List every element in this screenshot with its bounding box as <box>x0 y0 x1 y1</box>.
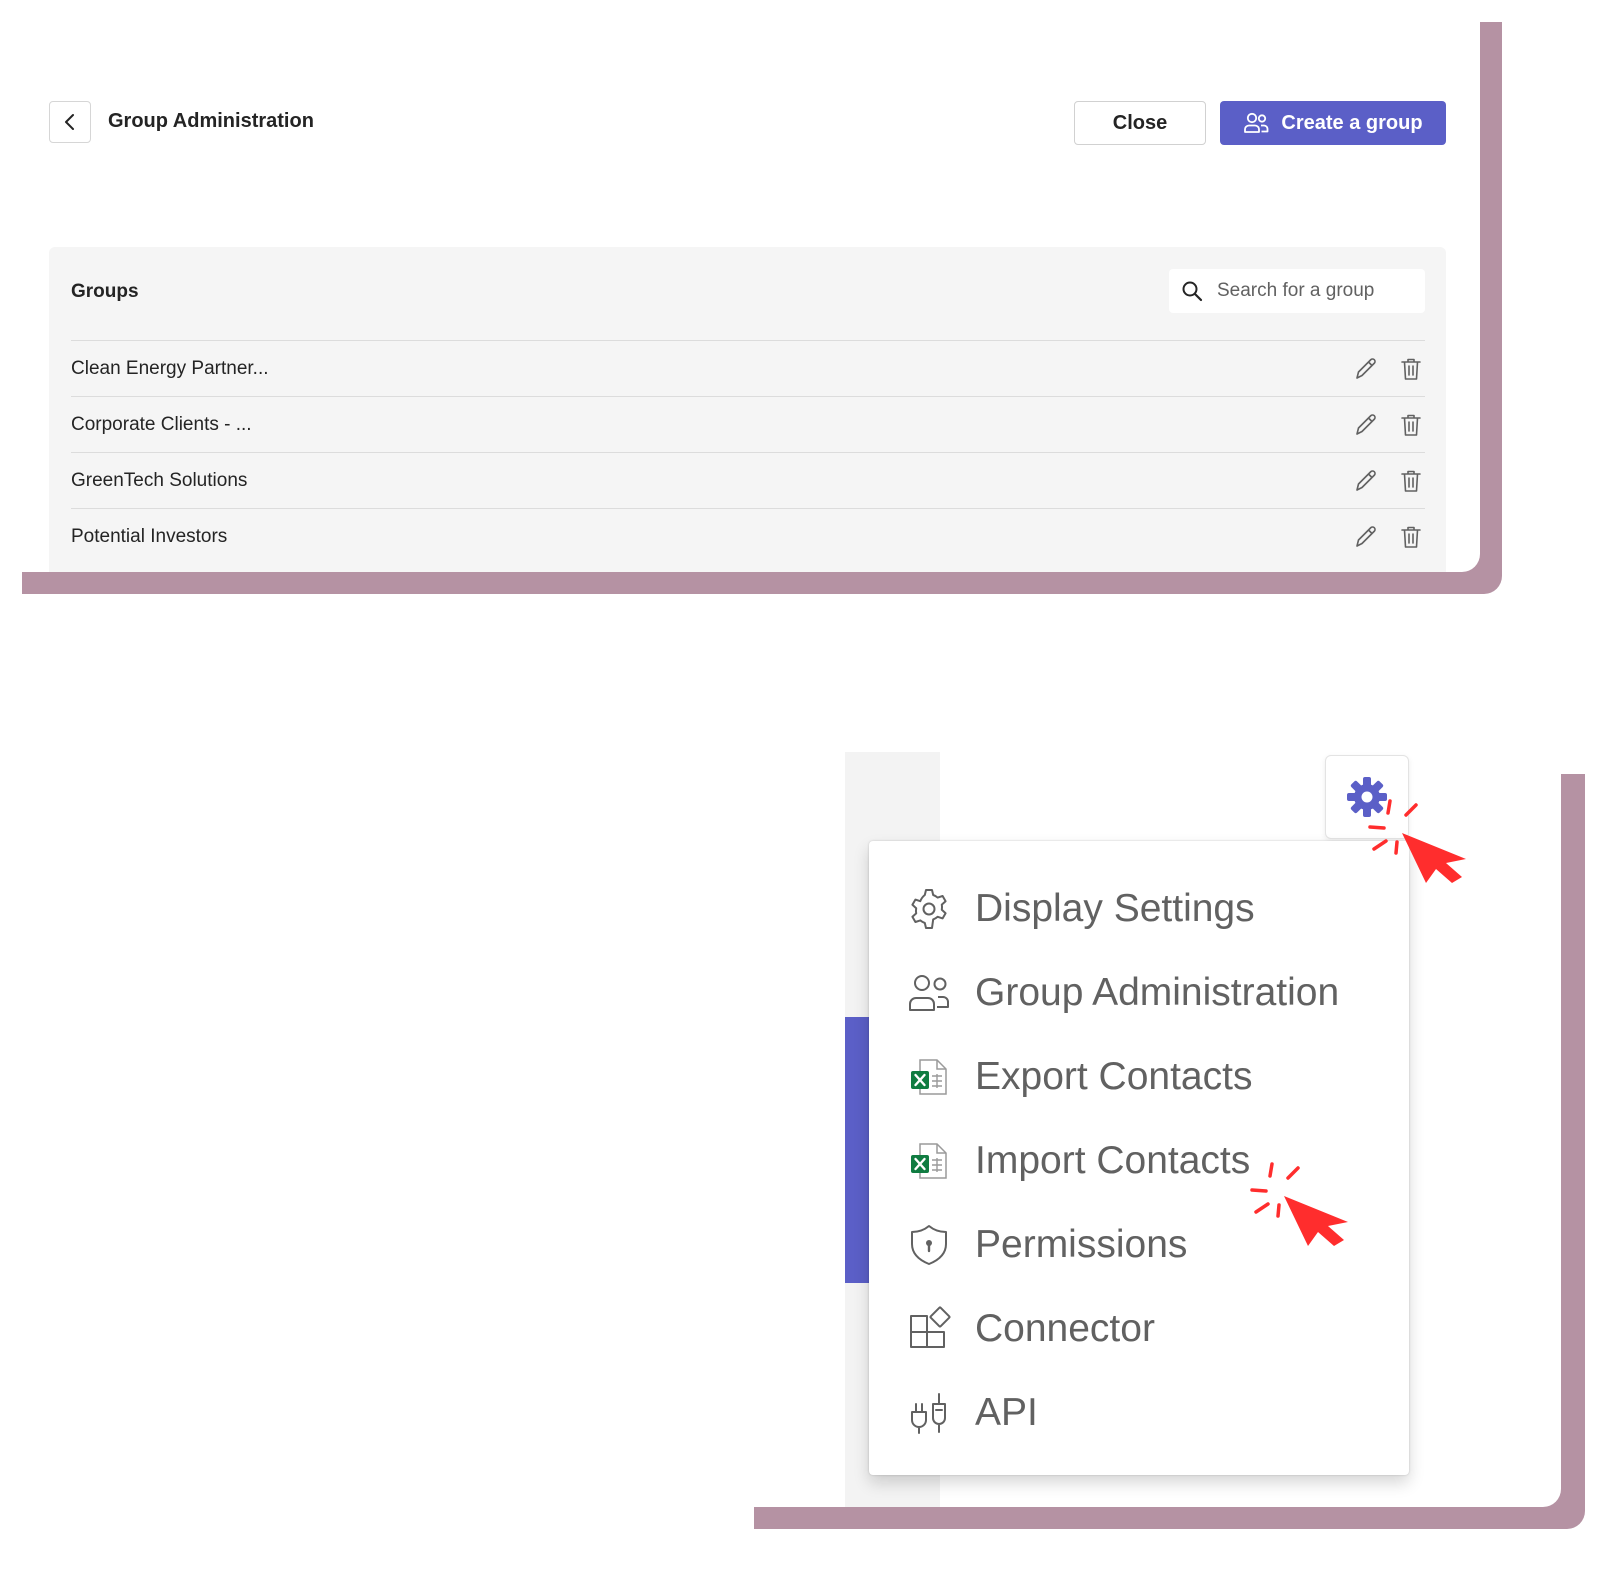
edit-pencil-icon[interactable] <box>1353 356 1379 382</box>
menu-item-group-administration[interactable]: Group Administration <box>905 963 1339 1023</box>
click-cursor-gear <box>1364 797 1470 883</box>
menu-item-label: API <box>975 1391 1038 1434</box>
search-icon <box>1181 280 1203 302</box>
gear-icon <box>905 885 953 933</box>
group-name: Clean Energy Partner... <box>71 357 269 379</box>
close-button[interactable]: Close <box>1074 101 1206 145</box>
menu-item-permissions[interactable]: Permissions <box>905 1215 1187 1275</box>
menu-item-export-contacts[interactable]: Export Contacts <box>905 1047 1252 1107</box>
apps-add-icon <box>905 1305 953 1353</box>
group-row[interactable]: Potential Investors <box>71 508 1425 564</box>
shield-lock-icon <box>905 1221 953 1269</box>
excel-icon <box>905 1053 953 1101</box>
page-title: Group Administration <box>108 110 314 132</box>
group-row[interactable]: GreenTech Solutions <box>71 452 1425 508</box>
menu-item-label: Display Settings <box>975 887 1255 930</box>
create-group-button[interactable]: Create a group <box>1220 101 1446 145</box>
menu-item-label: Connector <box>975 1307 1155 1350</box>
menu-item-import-contacts[interactable]: Import Contacts <box>905 1131 1250 1191</box>
menu-item-connector[interactable]: Connector <box>905 1299 1155 1359</box>
delete-trash-icon[interactable] <box>1399 356 1423 382</box>
menu-item-api[interactable]: API <box>905 1383 1038 1443</box>
delete-trash-icon[interactable] <box>1399 412 1423 438</box>
settings-menu: Display Settings Group Administration Ex… <box>869 841 1409 1475</box>
menu-item-label: Permissions <box>975 1223 1188 1266</box>
menu-item-label: Export Contacts <box>975 1055 1253 1098</box>
delete-trash-icon[interactable] <box>1399 468 1423 494</box>
groups-heading: Groups <box>71 281 139 302</box>
group-row[interactable]: Clean Energy Partner... <box>71 340 1425 396</box>
selection-accent-bar <box>845 1017 870 1283</box>
groups-card: Groups Clean Energy Partner... <box>49 247 1446 572</box>
people-icon <box>905 969 953 1017</box>
create-group-label: Create a group <box>1281 111 1423 134</box>
search-input[interactable] <box>1215 279 1409 303</box>
cursor-pointer-icon <box>1246 1160 1352 1246</box>
plug-icon <box>905 1389 953 1437</box>
edit-pencil-icon[interactable] <box>1353 524 1379 550</box>
group-row[interactable]: Corporate Clients - ... <box>71 396 1425 452</box>
group-name: Potential Investors <box>71 525 228 547</box>
search-box[interactable] <box>1169 269 1425 313</box>
excel-icon <box>905 1137 953 1185</box>
delete-trash-icon[interactable] <box>1399 524 1423 550</box>
menu-item-label: Import Contacts <box>975 1139 1251 1182</box>
group-list: Clean Energy Partner... Corporate Client… <box>71 340 1425 564</box>
edit-pencil-icon[interactable] <box>1353 412 1379 438</box>
group-name: GreenTech Solutions <box>71 469 248 491</box>
back-button[interactable] <box>49 101 91 143</box>
group-admin-panel: Group Administration Close Create a grou… <box>0 0 1480 572</box>
menu-item-label: Group Administration <box>975 971 1340 1014</box>
edit-pencil-icon[interactable] <box>1353 468 1379 494</box>
group-name: Corporate Clients - ... <box>71 413 252 435</box>
chevron-left-icon <box>63 112 77 132</box>
click-cursor-import <box>1246 1160 1352 1246</box>
cursor-pointer-icon <box>1364 797 1470 883</box>
people-icon <box>1243 111 1269 135</box>
menu-item-display-settings[interactable]: Display Settings <box>905 879 1255 939</box>
